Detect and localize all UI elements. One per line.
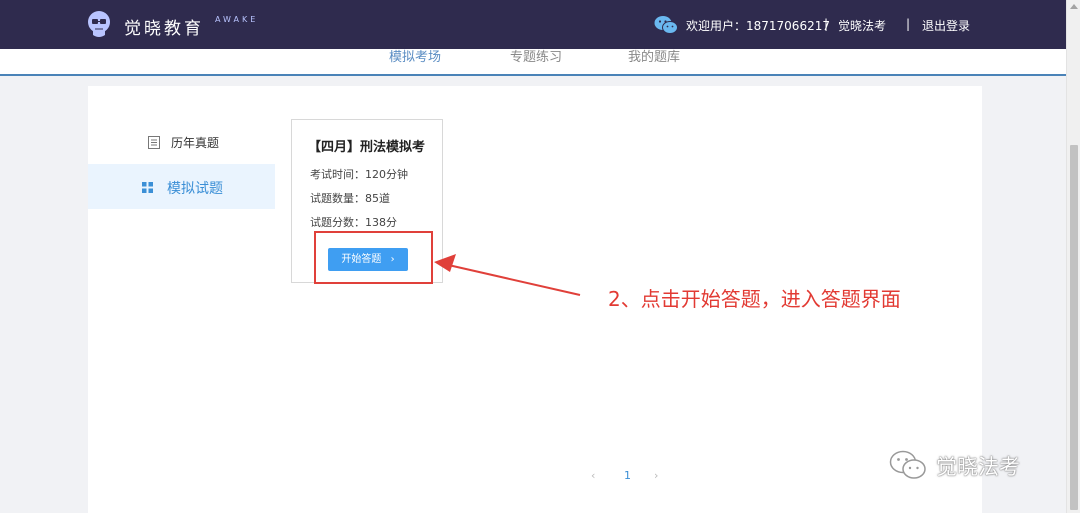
- highlight-box: [314, 231, 433, 284]
- sidebar-item-past-exams[interactable]: 历年真题: [88, 119, 275, 164]
- grid-icon: [142, 182, 153, 193]
- brand-name: 觉晓教育: [124, 19, 204, 39]
- brand-subtitle: AWAKE: [215, 15, 259, 24]
- exam-link[interactable]: 觉晓法考: [838, 17, 886, 34]
- sidebar-item-mock-questions[interactable]: 模拟试题: [88, 164, 275, 209]
- scroll-up-icon[interactable]: [1070, 4, 1078, 9]
- pagination-prev[interactable]: ‹: [591, 469, 595, 482]
- arrow-icon: [434, 254, 581, 296]
- watermark-text: 觉晓法考: [936, 455, 1020, 479]
- header-separator: |: [906, 17, 911, 31]
- scrollbar[interactable]: [1066, 0, 1080, 513]
- exam-title: 【四月】刑法模拟考: [308, 140, 426, 155]
- tab-bar: 模拟考场 专题练习 我的题库: [0, 49, 1066, 76]
- welcome-user-text: 欢迎用户：18717066217: [686, 19, 830, 33]
- exam-time-value: 120分钟: [365, 168, 408, 181]
- pagination-page[interactable]: 1: [624, 469, 631, 482]
- annotation-text: 2、点击开始答题，进入答题界面: [608, 287, 901, 311]
- top-header: 觉晓教育 AWAKE 欢迎用户：18717066217 | 觉晓法考 | 退出登…: [0, 0, 1066, 49]
- exam-score-value: 138分: [365, 216, 397, 229]
- exam-time-label: 考试时间：: [310, 168, 365, 181]
- exam-score-label: 试题分数：: [310, 216, 365, 229]
- logo-icon: [88, 11, 110, 37]
- pagination-next[interactable]: ›: [654, 469, 658, 482]
- document-icon: [148, 136, 160, 149]
- scrollbar-thumb[interactable]: [1070, 145, 1078, 510]
- exam-count-row: 试题数量：85道: [310, 190, 390, 206]
- wechat-watermark-icon: [889, 450, 926, 479]
- wechat-icon: [654, 16, 678, 34]
- exam-count-label: 试题数量：: [310, 192, 365, 205]
- exam-time-row: 考试时间：120分钟: [310, 166, 408, 182]
- tab-my-question-bank[interactable]: 我的题库: [628, 46, 680, 65]
- tab-mock-exam[interactable]: 模拟考场: [389, 46, 441, 65]
- sidebar-item-label: 历年真题: [171, 136, 220, 150]
- exam-score-row: 试题分数：138分: [310, 214, 397, 230]
- header-separator: |: [824, 17, 829, 31]
- sidebar-item-label: 模拟试题: [167, 181, 223, 197]
- logout-link[interactable]: 退出登录: [922, 17, 970, 34]
- tab-topic-practice[interactable]: 专题练习: [510, 46, 562, 65]
- exam-count-value: 85道: [365, 192, 390, 205]
